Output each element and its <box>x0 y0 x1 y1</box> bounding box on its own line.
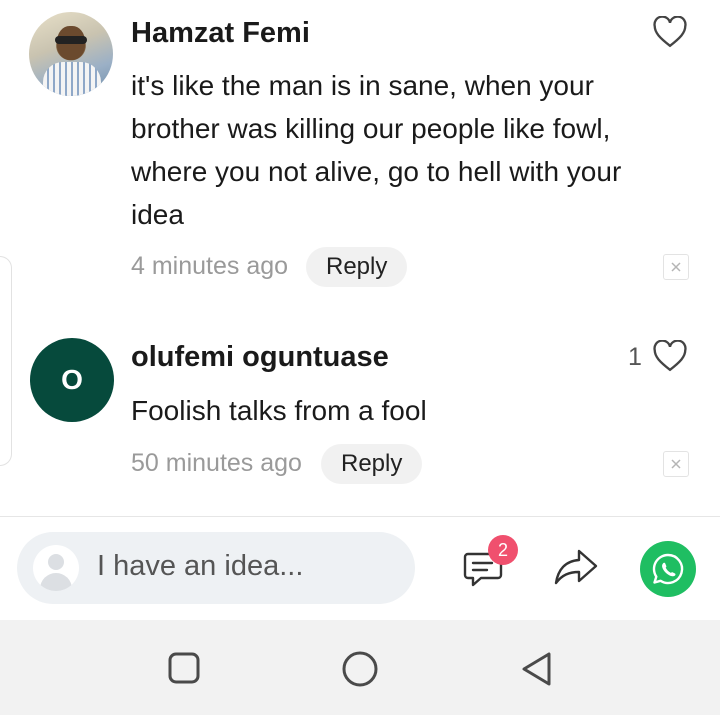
comment-text: it's like the man is in sane, when your … <box>131 70 622 230</box>
comment-input[interactable]: I have an idea... <box>17 532 415 604</box>
close-icon <box>671 262 681 272</box>
whatsapp-icon <box>652 553 684 585</box>
heart-icon[interactable] <box>652 340 688 372</box>
close-icon <box>671 459 681 469</box>
comment-timestamp: 50 minutes ago <box>131 449 302 477</box>
avatar-glasses <box>55 36 87 44</box>
input-placeholder: I have an idea... <box>97 550 304 582</box>
user-avatar-photo[interactable] <box>29 12 113 96</box>
heart-icon[interactable] <box>652 16 688 48</box>
circle-home-icon[interactable] <box>341 650 379 688</box>
reply-button[interactable]: Reply <box>321 444 423 484</box>
whatsapp-share-button[interactable] <box>640 541 696 597</box>
share-arrow-icon[interactable] <box>552 545 600 589</box>
triangle-back-icon[interactable] <box>519 650 555 688</box>
dismiss-button[interactable] <box>663 254 689 280</box>
dismiss-button[interactable] <box>663 451 689 477</box>
side-panel-edge <box>0 256 12 466</box>
square-recents-icon[interactable] <box>167 651 201 685</box>
comment-username[interactable]: olufemi oguntuase <box>131 341 389 374</box>
system-navigation-bar <box>0 620 720 715</box>
reply-button[interactable]: Reply <box>306 247 408 287</box>
default-avatar-icon <box>33 545 79 591</box>
comment-timestamp: 4 minutes ago <box>131 252 289 280</box>
divider <box>0 516 720 517</box>
like-count: 1 <box>628 343 642 371</box>
user-avatar-letter[interactable]: O <box>30 338 114 422</box>
avatar-shirt <box>43 62 101 96</box>
comment-text: Foolish talks from a fool <box>131 395 427 426</box>
comments-count-badge: 2 <box>488 535 518 565</box>
comment-username[interactable]: Hamzat Femi <box>131 17 310 50</box>
